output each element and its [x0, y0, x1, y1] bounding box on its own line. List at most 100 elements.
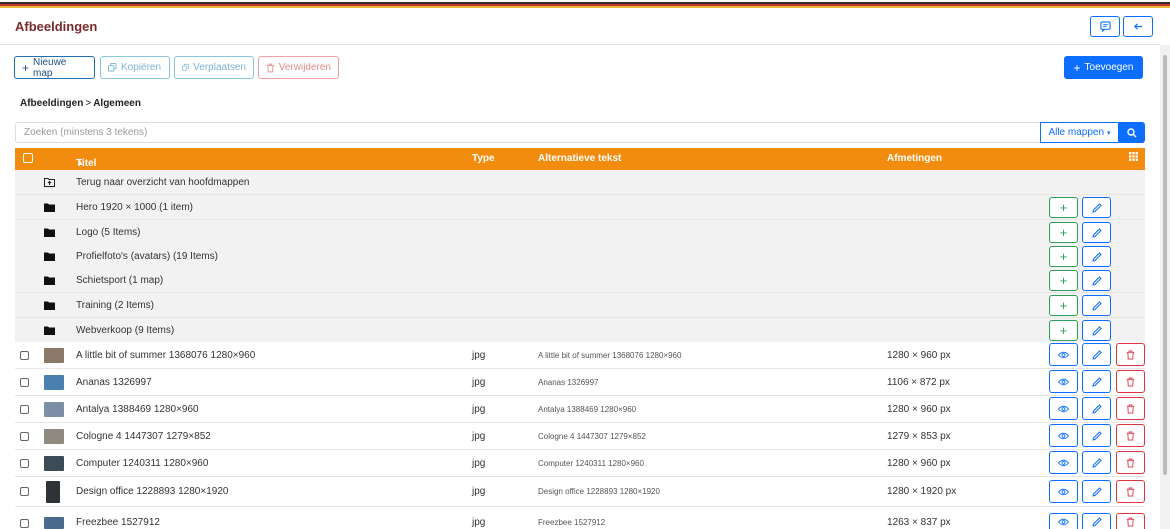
image-thumbnail[interactable]	[44, 342, 64, 368]
row-checkbox[interactable]	[20, 423, 29, 449]
back-button[interactable]	[1123, 16, 1153, 37]
image-thumbnail[interactable]	[44, 450, 64, 476]
delete-row-button[interactable]	[1116, 424, 1145, 447]
edit-button[interactable]	[1082, 451, 1111, 474]
add-to-folder-button[interactable]: +	[1049, 246, 1078, 267]
add-to-folder-button[interactable]: +	[1049, 222, 1078, 243]
trash-icon	[1126, 517, 1135, 526]
image-thumbnail[interactable]	[44, 396, 64, 422]
folder-row[interactable]: Webverkoop (9 Items) +	[15, 318, 1145, 343]
row-checkbox[interactable]	[20, 507, 29, 529]
folder-row[interactable]: Profielfoto's (avatars) (19 Items) +	[15, 244, 1145, 269]
add-to-folder-button[interactable]: +	[1049, 270, 1078, 291]
table-header: Titel ▲ Type Alternatieve tekst Afmeting…	[15, 148, 1145, 170]
folder-icon	[41, 293, 57, 317]
view-button[interactable]	[1049, 513, 1078, 529]
view-button[interactable]	[1049, 343, 1078, 366]
eye-icon	[1058, 351, 1069, 358]
row-checkbox[interactable]	[20, 369, 29, 395]
column-type: Type	[472, 153, 495, 164]
row-checkbox[interactable]	[20, 342, 29, 368]
move-button[interactable]: Verplaatsen	[174, 56, 254, 79]
select-all-checkbox[interactable]	[23, 153, 33, 163]
edit-folder-button[interactable]	[1082, 222, 1111, 243]
file-dimensions: 1280 × 960 px	[887, 403, 951, 415]
plus-icon: +	[1059, 225, 1068, 240]
row-checkbox[interactable]	[20, 396, 29, 422]
plus-icon: +	[1059, 249, 1068, 264]
delete-row-button[interactable]	[1116, 397, 1145, 420]
pencil-icon	[1091, 300, 1102, 311]
row-checkbox[interactable]	[20, 477, 29, 506]
feedback-button[interactable]	[1090, 16, 1120, 37]
delete-row-button[interactable]	[1116, 451, 1145, 474]
plus-icon: +	[1059, 200, 1068, 215]
file-type: jpg	[472, 349, 486, 361]
column-settings-button[interactable]	[1129, 152, 1138, 164]
search-input[interactable]: Zoeken (minstens 3 tekens)	[15, 122, 1041, 143]
folder-filter-dropdown[interactable]: Alle mappen ▾	[1040, 122, 1119, 143]
edit-button[interactable]	[1082, 343, 1111, 366]
view-button[interactable]	[1049, 397, 1078, 420]
table-row[interactable]: Antalya 1388469 1280×960 jpg Antalya 138…	[15, 396, 1145, 423]
table-row[interactable]: Computer 1240311 1280×960 jpg Computer 1…	[15, 450, 1145, 477]
image-thumbnail[interactable]	[44, 423, 64, 449]
add-button[interactable]: + Toevoegen	[1064, 56, 1143, 79]
view-button[interactable]	[1049, 480, 1078, 503]
caret-down-icon: ▾	[1107, 129, 1111, 137]
column-alt-text: Alternatieve tekst	[538, 153, 622, 164]
folder-row[interactable]: Logo (5 Items) +	[15, 220, 1145, 245]
edit-folder-button[interactable]	[1082, 320, 1111, 341]
copy-button[interactable]: Kopiëren	[100, 56, 170, 79]
table-row[interactable]: Ananas 1326997 jpg Ananas 1326997 1106 ×…	[15, 369, 1145, 396]
add-to-folder-button[interactable]: +	[1049, 320, 1078, 341]
add-to-folder-button[interactable]: +	[1049, 295, 1078, 316]
add-to-folder-button[interactable]: +	[1049, 197, 1078, 218]
view-button[interactable]	[1049, 370, 1078, 393]
pencil-icon	[1091, 275, 1102, 286]
folder-row[interactable]: Schietsport (1 map) +	[15, 268, 1145, 293]
view-button[interactable]	[1049, 424, 1078, 447]
search-button[interactable]	[1119, 122, 1145, 143]
copy-icon	[182, 63, 189, 71]
folder-name: Schietsport (1 map)	[76, 274, 164, 286]
folder-up-icon	[41, 170, 57, 194]
delete-button[interactable]: Verwijderen	[258, 56, 339, 79]
image-thumbnail[interactable]	[46, 477, 60, 506]
table-row[interactable]: Cologne 4 1447307 1279×852 jpg Cologne 4…	[15, 423, 1145, 450]
edit-button[interactable]	[1082, 370, 1111, 393]
view-button[interactable]	[1049, 451, 1078, 474]
file-type: jpg	[472, 376, 486, 388]
folder-row[interactable]: Hero 1920 × 1000 (1 item) +	[15, 195, 1145, 220]
breadcrumb-root[interactable]: Afbeeldingen	[20, 98, 83, 109]
file-alt-text: Computer 1240311 1280×960	[538, 458, 644, 468]
chat-icon	[1099, 21, 1111, 32]
edit-button[interactable]	[1082, 424, 1111, 447]
delete-row-button[interactable]	[1116, 370, 1145, 393]
scrollbar-thumb[interactable]	[1163, 55, 1167, 475]
edit-folder-button[interactable]	[1082, 270, 1111, 291]
table-row[interactable]: Design office 1228893 1280×1920 jpg Desi…	[15, 477, 1145, 507]
edit-folder-button[interactable]	[1082, 246, 1111, 267]
edit-button[interactable]	[1082, 513, 1111, 529]
edit-button[interactable]	[1082, 397, 1111, 420]
delete-row-button[interactable]	[1116, 480, 1145, 503]
edit-button[interactable]	[1082, 480, 1111, 503]
image-thumbnail[interactable]	[44, 369, 64, 395]
edit-folder-button[interactable]	[1082, 197, 1111, 218]
new-folder-button[interactable]: + Nieuwe map	[14, 56, 95, 79]
table-row[interactable]: Freezbee 1527912 jpg Freezbee 1527912 12…	[15, 507, 1145, 529]
delete-row-button[interactable]	[1116, 513, 1145, 529]
back-to-root-row[interactable]: Terug naar overzicht van hoofdmappen	[15, 170, 1145, 195]
folder-name: Webverkoop (9 Items)	[76, 324, 175, 336]
row-checkbox[interactable]	[20, 450, 29, 476]
search-icon	[1127, 127, 1137, 137]
edit-folder-button[interactable]	[1082, 295, 1111, 316]
file-alt-text: Design office 1228893 1280×1920	[538, 487, 660, 496]
folder-row[interactable]: Training (2 Items) +	[15, 293, 1145, 318]
page-scrollbar[interactable]	[1160, 45, 1170, 529]
image-thumbnail[interactable]	[44, 507, 64, 529]
file-type: jpg	[472, 430, 486, 442]
delete-row-button[interactable]	[1116, 343, 1145, 366]
table-row[interactable]: A little bit of summer 1368076 1280×960 …	[15, 342, 1145, 369]
